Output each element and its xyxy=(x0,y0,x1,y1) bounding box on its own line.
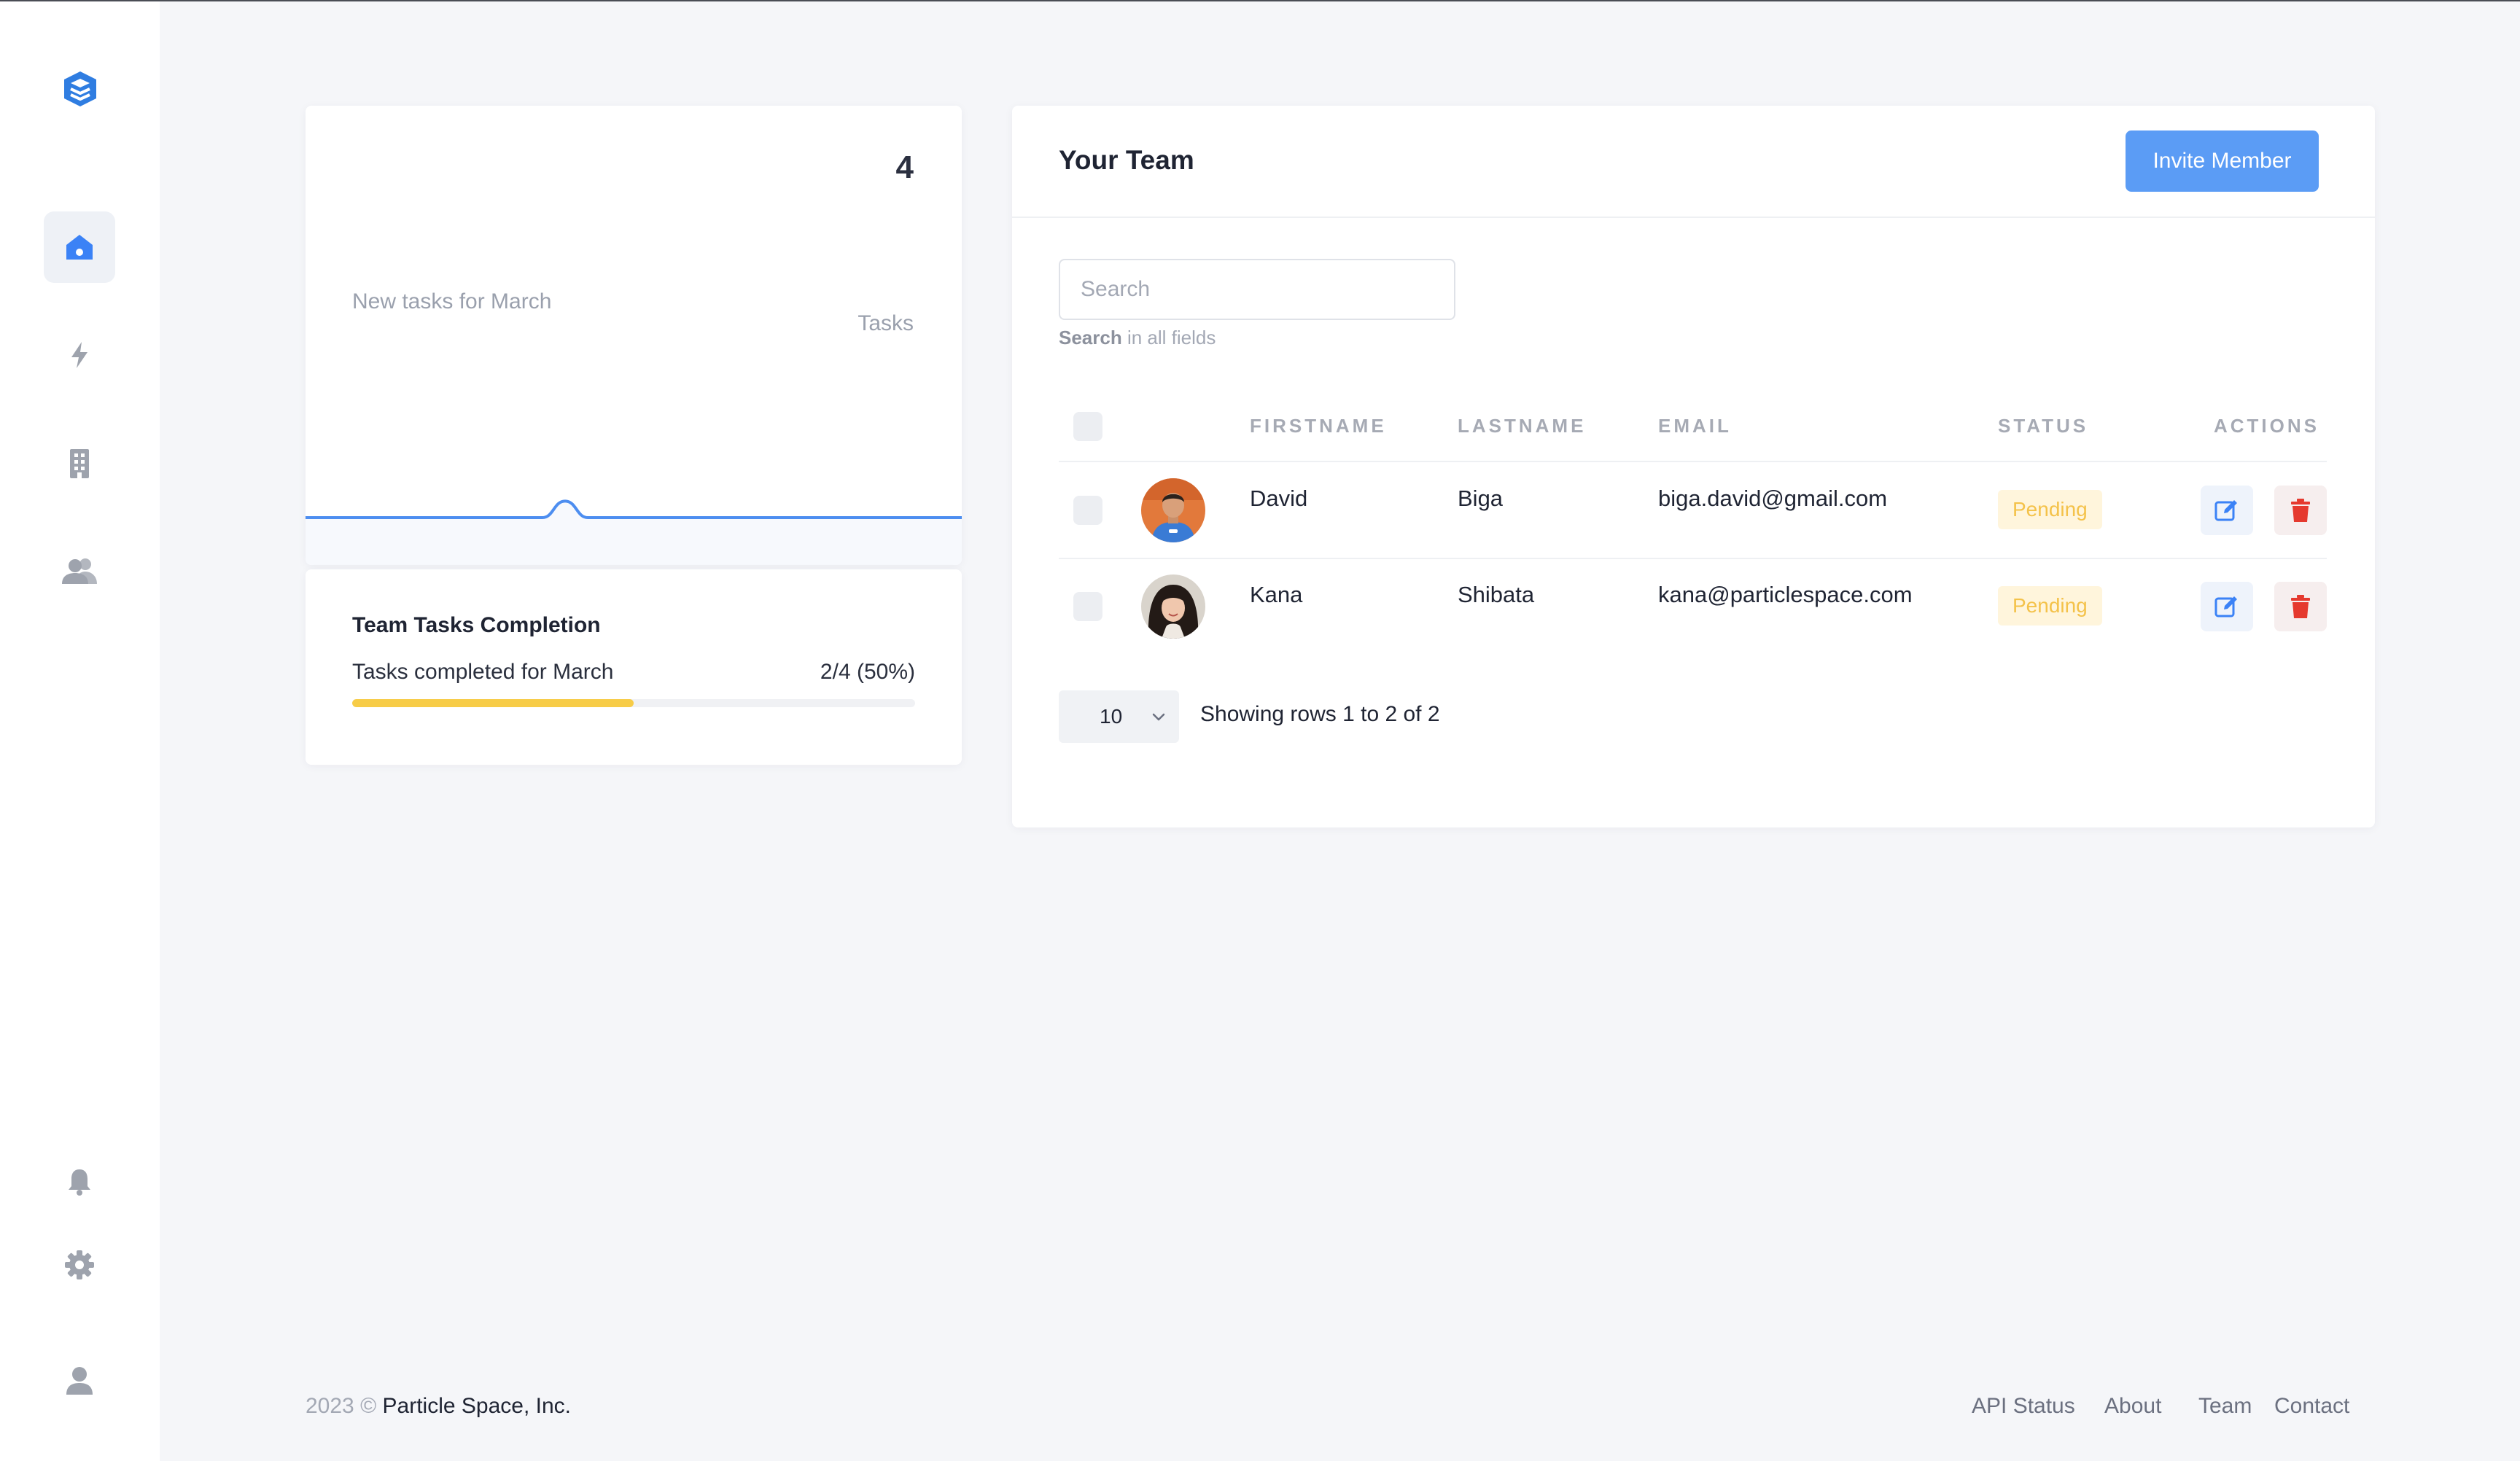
team-card: Your Team Invite Member Search in all fi… xyxy=(1012,106,2375,827)
trash-icon xyxy=(2291,595,2310,618)
chart-area-fill xyxy=(306,501,962,565)
completion-progress-track xyxy=(352,699,915,707)
search-hint-bold: Search xyxy=(1059,327,1122,348)
settings-button[interactable] xyxy=(44,1229,115,1301)
footer-link-api-status[interactable]: API Status xyxy=(1972,1394,2075,1419)
rows-per-page-select[interactable]: 10 xyxy=(1059,690,1179,743)
bell-icon xyxy=(69,1169,90,1196)
row-email: biga.david@gmail.com xyxy=(1658,486,1888,511)
notifications-button[interactable] xyxy=(44,1146,115,1218)
search-hint-text: in all fields xyxy=(1121,327,1216,348)
rows-per-page-value: 10 xyxy=(1100,705,1123,728)
completion-progress-fill xyxy=(352,699,634,707)
edit-icon xyxy=(2214,596,2237,617)
lightning-icon xyxy=(71,342,88,368)
table-divider xyxy=(1059,558,2327,559)
completion-title: Team Tasks Completion xyxy=(352,613,601,637)
footer-link-about[interactable]: About xyxy=(2104,1394,2161,1419)
edit-button[interactable] xyxy=(2201,486,2253,535)
sidebar-item-activity[interactable] xyxy=(44,319,115,391)
table-divider xyxy=(1059,461,2327,462)
column-header-status[interactable]: STATUS xyxy=(1998,415,2088,437)
layers-logo-icon[interactable] xyxy=(58,67,102,111)
edit-button[interactable] xyxy=(2201,582,2253,631)
gear-icon xyxy=(65,1250,94,1279)
sidebar-item-organization[interactable] xyxy=(44,427,115,499)
chart-series-line xyxy=(306,499,962,520)
column-header-actions: ACTIONS xyxy=(2214,415,2319,437)
footer-link-team[interactable]: Team xyxy=(2198,1394,2252,1419)
new-tasks-card: 4 Tasks New tasks for March xyxy=(306,106,962,565)
footer-copyright: 2023 © Particle Space, Inc. xyxy=(306,1394,571,1419)
sidebar-item-home[interactable] xyxy=(44,211,115,283)
row-email: kana@particlespace.com xyxy=(1658,582,1913,607)
row-firstname: Kana xyxy=(1250,582,1303,607)
edit-icon xyxy=(2214,500,2237,521)
trash-icon xyxy=(2291,499,2310,522)
column-header-lastname[interactable]: LASTNAME xyxy=(1458,415,1586,437)
user-icon xyxy=(66,1367,93,1395)
row-lastname: Biga xyxy=(1458,486,1504,511)
building-icon xyxy=(70,449,89,478)
sidebar xyxy=(0,1,160,1461)
pagination-info: Showing rows 1 to 2 of 2 xyxy=(1200,702,1440,726)
footer-link-contact[interactable]: Contact xyxy=(2274,1394,2349,1419)
avatar xyxy=(1141,478,1205,542)
row-lastname: Shibata xyxy=(1458,582,1535,607)
tasks-count: 4 xyxy=(895,149,914,185)
select-all-checkbox[interactable] xyxy=(1073,412,1102,441)
window-top-border xyxy=(0,0,2520,1)
profile-button[interactable] xyxy=(44,1345,115,1417)
delete-button[interactable] xyxy=(2274,582,2327,631)
status-badge: Pending xyxy=(1998,490,2102,529)
copyright-text: 2023 © xyxy=(306,1394,383,1418)
column-header-firstname[interactable]: FIRSTNAME xyxy=(1250,415,1387,437)
completion-subtitle: Tasks completed for March xyxy=(352,660,614,684)
home-icon xyxy=(66,235,93,260)
invite-member-button[interactable]: Invite Member xyxy=(2126,130,2319,192)
team-tasks-completion-card: Team Tasks Completion Tasks completed fo… xyxy=(306,569,962,765)
sidebar-item-team[interactable] xyxy=(44,535,115,607)
team-card-header: Your Team Invite Member xyxy=(1012,106,2375,218)
chevron-down-icon xyxy=(1152,713,1165,721)
search-input[interactable] xyxy=(1059,259,1455,320)
tasks-card-label: New tasks for March xyxy=(352,289,552,313)
row-checkbox[interactable] xyxy=(1073,496,1102,525)
users-icon xyxy=(62,558,97,584)
delete-button[interactable] xyxy=(2274,486,2327,535)
company-name: Particle Space, Inc. xyxy=(382,1394,571,1418)
column-header-email[interactable]: EMAIL xyxy=(1658,415,1732,437)
tasks-count-unit: Tasks xyxy=(858,311,914,335)
avatar xyxy=(1141,574,1205,639)
row-checkbox[interactable] xyxy=(1073,592,1102,621)
search-hint: Search in all fields xyxy=(1059,327,1216,349)
completion-value: 2/4 (50%) xyxy=(820,660,915,684)
status-badge: Pending xyxy=(1998,586,2102,626)
team-title: Your Team xyxy=(1059,145,1194,175)
row-firstname: David xyxy=(1250,486,1308,511)
